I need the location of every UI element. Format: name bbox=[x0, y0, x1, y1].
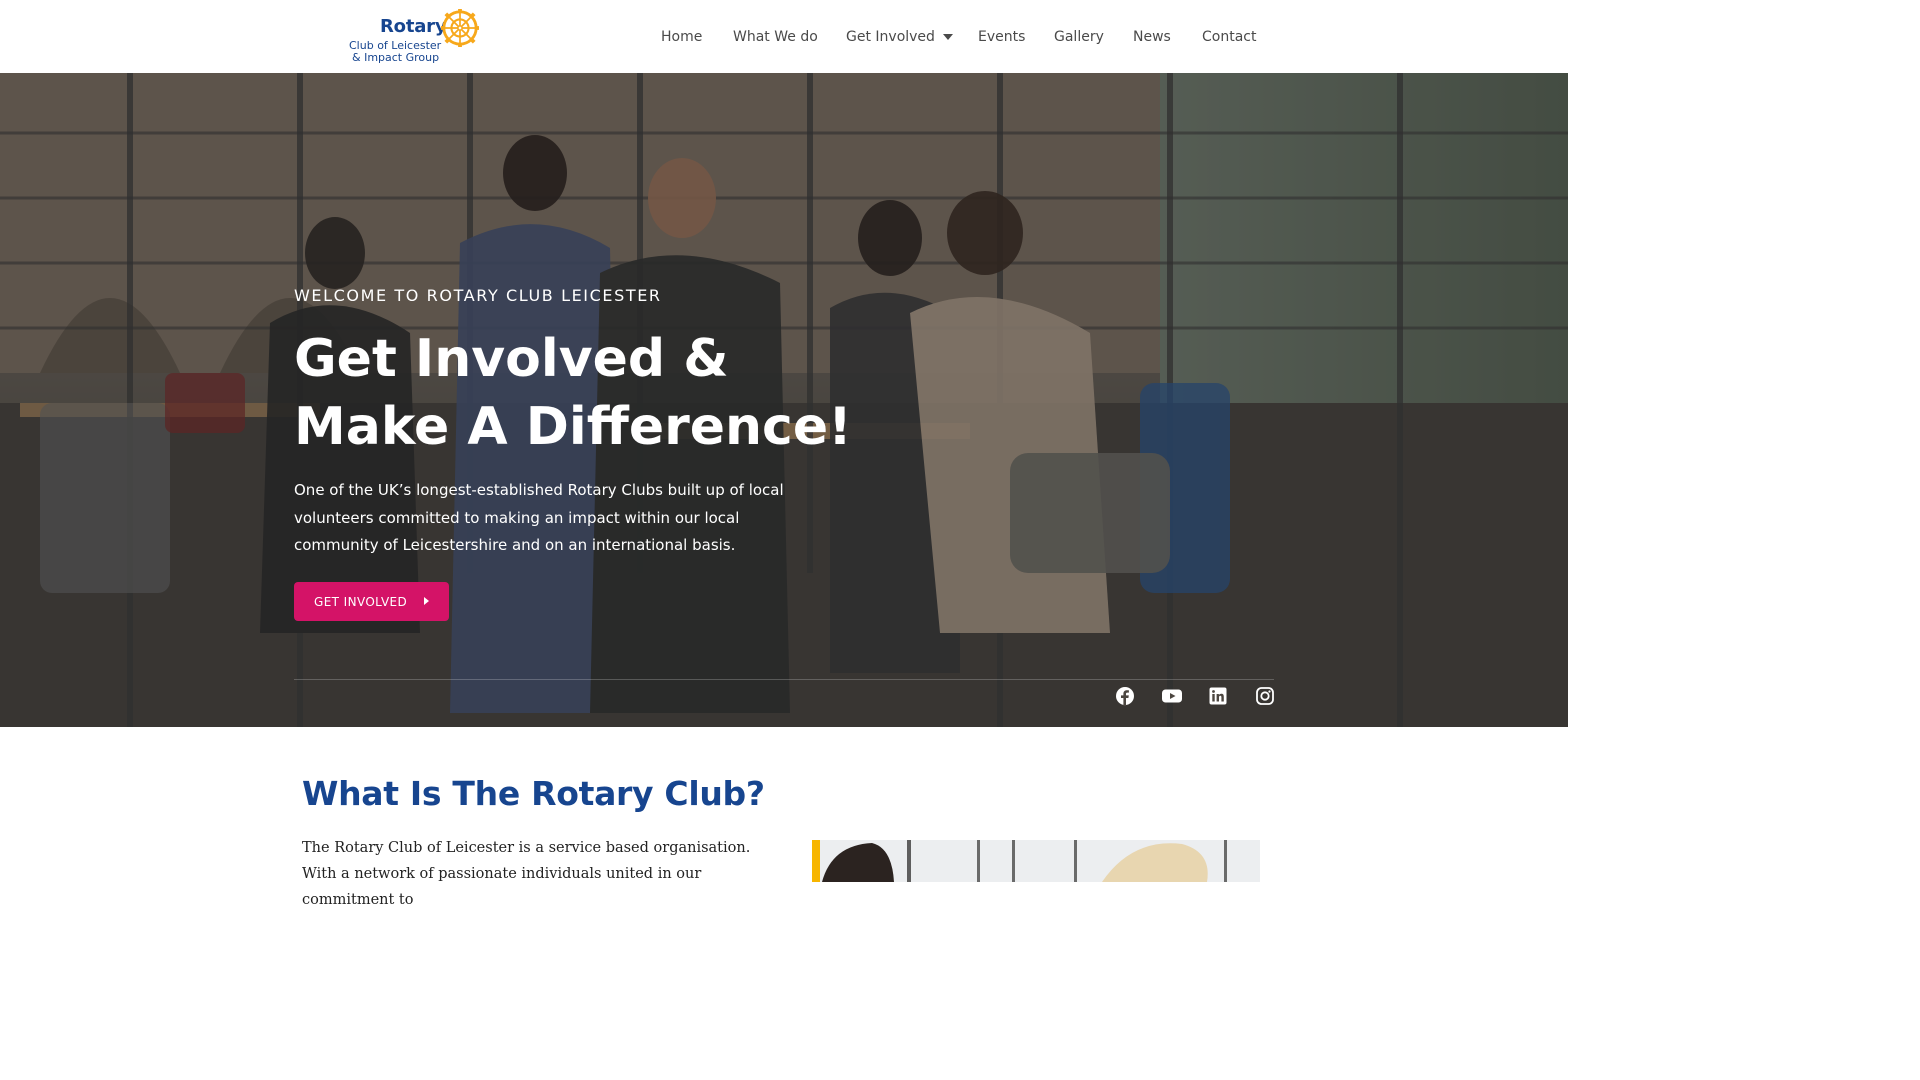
caret-down-icon bbox=[942, 34, 953, 40]
caret-right-icon bbox=[424, 597, 429, 605]
logo-wordmark: Rotary bbox=[380, 16, 447, 37]
facebook-link[interactable] bbox=[1115, 686, 1135, 706]
about-photo bbox=[812, 840, 1260, 882]
nav-news[interactable]: News bbox=[1133, 29, 1202, 45]
nav-get-involved-label: Get Involved bbox=[846, 29, 935, 45]
nav-what-we-do[interactable]: What We do bbox=[733, 29, 846, 45]
about-body: The Rotary Club of Leicester is a servic… bbox=[302, 840, 751, 908]
nav-events[interactable]: Events bbox=[978, 29, 1054, 45]
hero-divider bbox=[294, 679, 1274, 680]
main-nav: Home What We do Get Involved Events Gall… bbox=[661, 26, 1256, 48]
nav-what-we-do-label: What We do bbox=[733, 29, 818, 45]
instagram-icon bbox=[1256, 687, 1274, 705]
get-involved-button[interactable]: GET INVOLVED bbox=[294, 582, 449, 621]
nav-contact-label: Contact bbox=[1202, 29, 1257, 45]
hero-lead: One of the UK’s longest-established Rota… bbox=[294, 481, 784, 554]
hero-section: WELCOME TO ROTARY CLUB LEICESTER Get Inv… bbox=[0, 73, 1568, 727]
site-header: Rotary Club of Leicester & Impact Group bbox=[0, 0, 1568, 73]
nav-contact[interactable]: Contact bbox=[1202, 29, 1256, 45]
nav-events-label: Events bbox=[978, 29, 1026, 45]
facebook-icon bbox=[1116, 687, 1134, 706]
hero-headline-line2: Make A Difference! bbox=[294, 397, 852, 457]
about-title: What Is The Rotary Club? bbox=[302, 774, 765, 813]
nav-home[interactable]: Home bbox=[661, 29, 733, 45]
nav-news-label: News bbox=[1133, 29, 1171, 45]
instagram-link[interactable] bbox=[1255, 686, 1275, 706]
logo-subtitle-line2: & Impact Group bbox=[352, 51, 440, 64]
youtube-icon bbox=[1162, 689, 1182, 703]
hero-kicker: WELCOME TO ROTARY CLUB LEICESTER bbox=[294, 286, 662, 305]
hero-headline-line1: Get Involved & bbox=[294, 329, 729, 389]
rotary-logo[interactable]: Rotary Club of Leicester & Impact Group bbox=[347, 9, 482, 65]
about-image bbox=[812, 840, 1260, 882]
linkedin-link[interactable] bbox=[1208, 686, 1228, 706]
hero-headline: Get Involved & Make A Difference! bbox=[294, 325, 852, 461]
get-involved-button-label: GET INVOLVED bbox=[314, 594, 408, 609]
linkedin-icon bbox=[1209, 687, 1227, 705]
nav-home-label: Home bbox=[661, 29, 703, 45]
nav-gallery[interactable]: Gallery bbox=[1054, 29, 1133, 45]
rotary-wheel-icon bbox=[441, 9, 479, 47]
nav-gallery-label: Gallery bbox=[1054, 29, 1104, 45]
nav-get-involved[interactable]: Get Involved bbox=[846, 29, 978, 45]
youtube-link[interactable] bbox=[1161, 686, 1183, 706]
